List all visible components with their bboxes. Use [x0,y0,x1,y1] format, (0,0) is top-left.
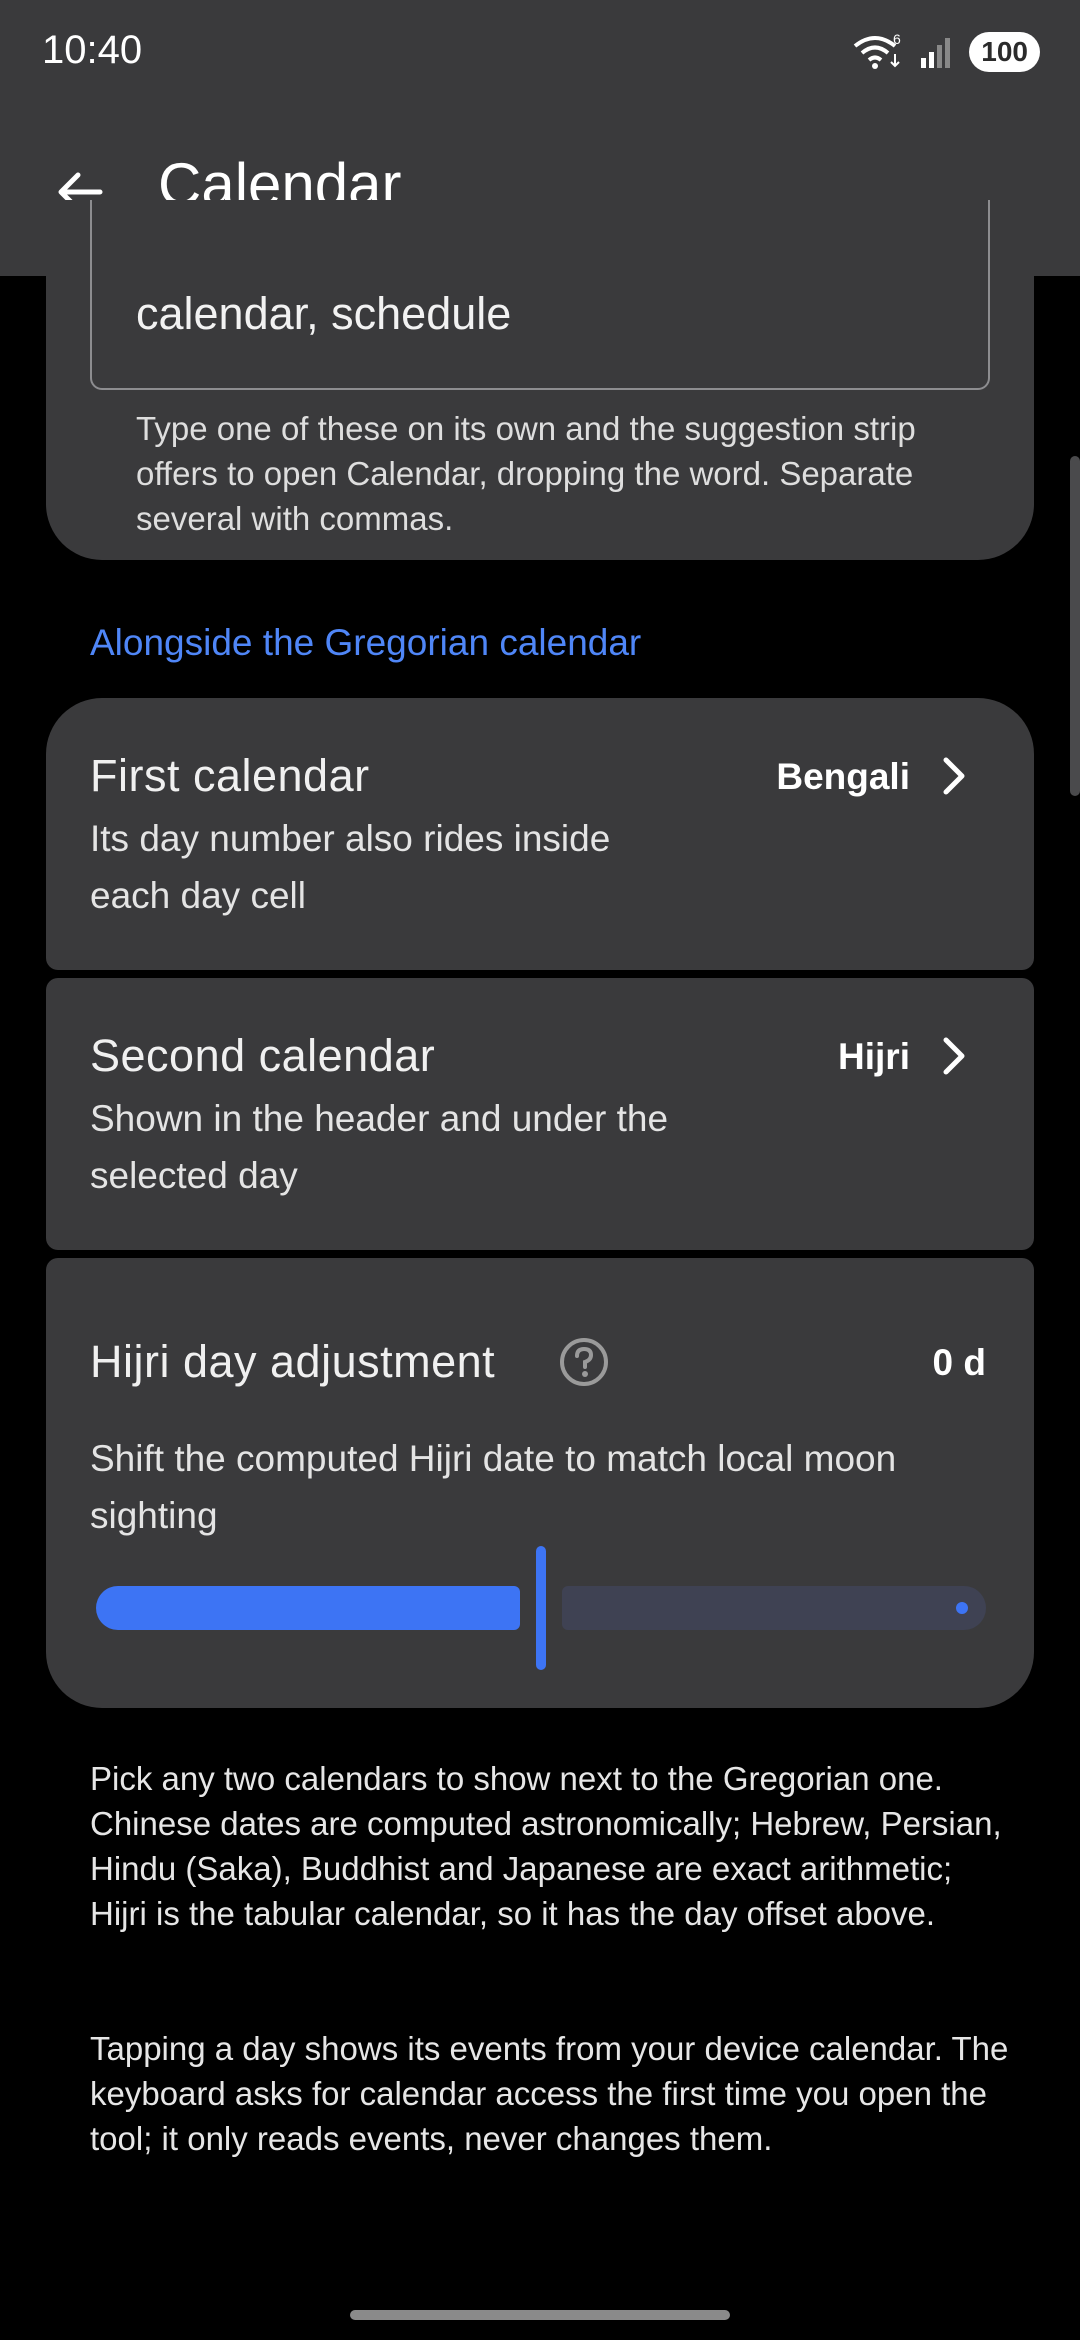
signal-icon [921,38,951,68]
hijri-adjustment-subtitle-1: Shift the computed Hijri date to match l… [90,1438,897,1479]
second-calendar-title: Second calendar [90,1030,436,1081]
hijri-adjustment-title: Hijri day adjustment [90,1336,496,1387]
first-calendar-subtitle-1: Its day number also rides inside [90,818,611,859]
hijri-adjustment-value: 0 d [932,1342,986,1383]
slider-active-track [96,1586,520,1630]
hijri-adjustment-card: Hijri day adjustment 0 d Shift the compu… [46,1258,1034,1708]
status-bar: 10:40 6 100 [0,0,1080,100]
second-calendar-subtitle-2: selected day [90,1155,298,1196]
slider-inactive-track [562,1586,986,1630]
second-calendar-subtitle-1: Shown in the header and under the [90,1098,669,1139]
second-calendar-row[interactable]: Second calendar Shown in the header and … [46,978,1034,1250]
status-time: 10:40 [42,28,143,72]
keywords-help-text: Type one of these on its own and the sug… [136,410,916,537]
section-header: Alongside the Gregorian calendar [90,622,642,663]
first-calendar-row[interactable]: First calendar Its day number also rides… [46,698,1034,970]
scrollbar[interactable] [1070,456,1080,796]
keywords-value: calendar, schedule [136,288,512,339]
second-calendar-value: Hijri [838,1036,910,1077]
footer-paragraph-1: Pick any two calendars to show next to t… [90,1760,1002,1932]
slider-stop-indicator [956,1602,968,1614]
battery-icon: 100 [969,32,1040,72]
chevron-right-icon [943,757,965,795]
slider-thumb[interactable] [536,1546,546,1670]
keywords-card: calendar, schedule Type one of these on … [46,200,1034,560]
status-icons: 6 100 [851,30,1040,74]
first-calendar-value: Bengali [776,756,910,797]
help-circle-icon[interactable] [558,1336,610,1388]
home-indicator[interactable] [350,2310,730,2320]
wifi-icon: 6 [854,32,901,69]
footer-paragraph-2: Tapping a day shows its events from your… [90,2030,1009,2157]
keywords-input[interactable]: calendar, schedule [90,200,990,390]
first-calendar-title: First calendar [90,750,370,801]
first-calendar-subtitle-2: each day cell [90,875,306,916]
wifi-badge: 6 [893,32,901,47]
hijri-adjustment-subtitle-2: sighting [90,1495,218,1536]
chevron-right-icon [943,1037,965,1075]
